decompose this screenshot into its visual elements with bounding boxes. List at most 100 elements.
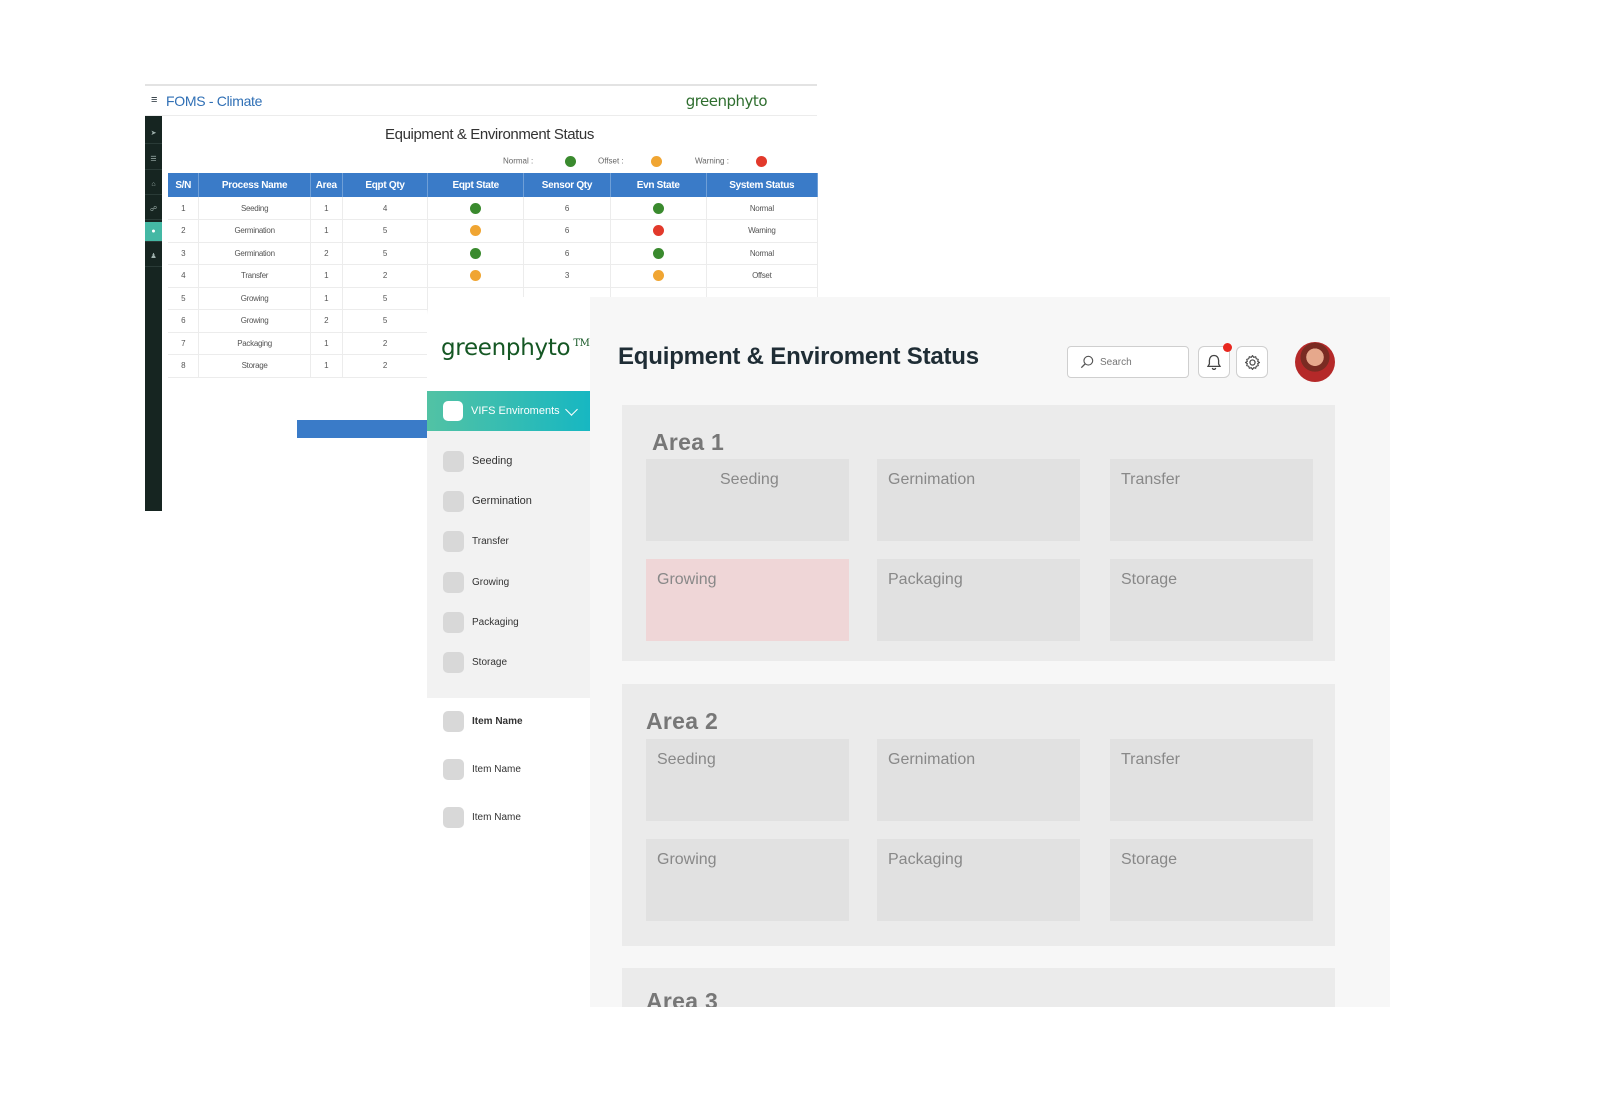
table-cell: 7 bbox=[168, 332, 200, 355]
sidebar-item-seeding[interactable]: Seeding bbox=[443, 450, 512, 472]
sidebar-item-growing[interactable]: Growing bbox=[443, 571, 509, 593]
sidebar-item-packaging[interactable]: Packaging bbox=[443, 611, 519, 633]
sidebar-item-label: Packaging bbox=[472, 616, 519, 628]
table-row[interactable]: 2 Germination 1 5 6 Warning bbox=[168, 219, 819, 243]
item-checkbox[interactable] bbox=[443, 806, 464, 828]
table-cell: Growing bbox=[198, 287, 311, 310]
table-cell: 4 bbox=[168, 264, 200, 288]
sidebar-item-storage[interactable]: Storage bbox=[443, 651, 507, 673]
table-cell: 1 bbox=[310, 332, 343, 355]
area-1-card: Area 1 Seeding Gernimation Transfer Grow… bbox=[622, 405, 1335, 661]
tile-area1-transfer[interactable]: Transfer bbox=[1110, 459, 1313, 541]
table-cell: 3 bbox=[523, 264, 611, 288]
table-cell: Germination bbox=[198, 219, 311, 243]
tile-area1-seeding[interactable]: Seeding bbox=[646, 459, 849, 541]
bell-icon bbox=[1206, 354, 1222, 370]
tile-area2-seeding[interactable]: Seeding bbox=[646, 739, 849, 821]
legacy-sidebar: ➤ ☰ ⌂ ☍ ● ♟ bbox=[145, 116, 162, 511]
legend-swatch-warning bbox=[756, 156, 768, 167]
tile-area1-storage[interactable]: Storage bbox=[1110, 559, 1313, 641]
tile-area2-growing[interactable]: Growing bbox=[646, 839, 849, 921]
item-checkbox[interactable] bbox=[443, 571, 464, 593]
table-row[interactable]: 4 Transfer 1 2 3 Offset bbox=[168, 264, 819, 288]
legend-label: Normal : bbox=[503, 156, 534, 166]
sidebar-item-name-2[interactable]: Item Name bbox=[443, 758, 521, 780]
sidebar-item-name-3[interactable]: Item Name bbox=[443, 806, 521, 828]
item-checkbox[interactable] bbox=[443, 490, 464, 512]
sidebar-item-transfer[interactable]: Transfer bbox=[443, 530, 509, 552]
legacy-topbar: ≡ FOMS - Climate greenphyto bbox=[145, 86, 817, 116]
tile-area2-packaging[interactable]: Packaging bbox=[877, 839, 1080, 921]
table-cell: 2 bbox=[310, 242, 343, 265]
tile-area1-growing[interactable]: Growing bbox=[646, 559, 849, 641]
column-header-eqpt-state-col[interactable]: Eqpt State bbox=[427, 173, 525, 197]
climate-icon[interactable]: ● bbox=[145, 222, 162, 242]
tile-area2-transfer[interactable]: Transfer bbox=[1110, 739, 1313, 821]
chevron-down-icon[interactable] bbox=[565, 403, 578, 416]
notification-badge bbox=[1223, 343, 1232, 352]
tile-label: Gernimation bbox=[888, 751, 976, 768]
table-cell: Seeding bbox=[198, 197, 311, 220]
item-checkbox[interactable] bbox=[443, 710, 464, 732]
tile-label: Seeding bbox=[657, 751, 716, 768]
tile-label: Packaging bbox=[888, 851, 963, 868]
table-cell: 8 bbox=[168, 354, 200, 378]
sidebar-item-label: Item Name bbox=[472, 763, 521, 775]
home-icon[interactable]: ⌂ bbox=[145, 175, 162, 195]
column-header-status-col[interactable]: System Status bbox=[706, 173, 819, 197]
gear-icon bbox=[1244, 354, 1260, 370]
search-box[interactable] bbox=[1067, 346, 1189, 378]
column-header-eqpt-qty-col[interactable]: Eqpt Qty bbox=[342, 173, 429, 197]
sidebar-item-germination[interactable]: Germination bbox=[443, 490, 532, 512]
table-cell: Germination bbox=[198, 242, 311, 265]
vifs-environments-dropdown[interactable]: VIFS Enviroments bbox=[427, 391, 590, 431]
notifications-button[interactable] bbox=[1198, 343, 1232, 378]
table-cell: 4 bbox=[342, 197, 429, 220]
sidebar-item-label: Seeding bbox=[472, 455, 513, 467]
column-header-sensor-qty-col[interactable]: Sensor Qty bbox=[523, 173, 611, 197]
settings-button[interactable] bbox=[1236, 346, 1268, 378]
evn-state-cell bbox=[610, 264, 707, 288]
sidebar-item-name-1[interactable]: Item Name bbox=[443, 710, 523, 732]
table-cell: 3 bbox=[168, 242, 200, 265]
area-title: Area 3 bbox=[646, 988, 719, 1007]
status-dot bbox=[652, 202, 664, 214]
search-input[interactable] bbox=[1100, 356, 1180, 368]
status-dot bbox=[470, 270, 482, 282]
tile-label: Seeding bbox=[720, 471, 779, 488]
vifs-environments-checkbox[interactable] bbox=[443, 401, 463, 421]
tile-label: Transfer bbox=[1121, 751, 1180, 768]
user-icon[interactable]: ♟ bbox=[145, 247, 162, 267]
item-checkbox[interactable] bbox=[443, 530, 464, 552]
tile-area2-storage[interactable]: Storage bbox=[1110, 839, 1313, 921]
item-checkbox[interactable] bbox=[443, 450, 464, 472]
table-cell: 1 bbox=[168, 197, 200, 220]
list-icon[interactable]: ☰ bbox=[145, 150, 162, 170]
table-cell: 2 bbox=[342, 264, 429, 288]
column-header-evn-state-col[interactable]: Evn State bbox=[610, 173, 707, 197]
table-cell: 1 bbox=[310, 219, 343, 243]
table-row[interactable]: 3 Germination 2 5 6 Normal bbox=[168, 242, 819, 265]
tile-area1-packaging[interactable]: Packaging bbox=[877, 559, 1080, 641]
column-header-area-col[interactable]: Area bbox=[310, 173, 343, 197]
search-icon bbox=[1080, 355, 1094, 369]
column-header-sn-col[interactable]: S/N bbox=[168, 173, 200, 197]
pin-icon[interactable]: ➤ bbox=[145, 124, 162, 144]
table-cell: 2 bbox=[342, 354, 429, 378]
tile-area2-germination[interactable]: Gernimation bbox=[877, 739, 1080, 821]
legacy-action-bar[interactable] bbox=[297, 420, 427, 438]
table-row[interactable]: 1 Seeding 1 4 6 Normal bbox=[168, 197, 819, 220]
brand-logo: greenphyto TM bbox=[441, 335, 590, 361]
item-checkbox[interactable] bbox=[443, 651, 464, 673]
item-checkbox[interactable] bbox=[443, 611, 464, 633]
column-header-process-col[interactable]: Process Name bbox=[198, 173, 311, 197]
share-icon[interactable]: ☍ bbox=[145, 200, 162, 220]
item-checkbox[interactable] bbox=[443, 758, 464, 780]
user-avatar[interactable] bbox=[1295, 342, 1335, 382]
tile-area1-germination[interactable]: Gernimation bbox=[877, 459, 1080, 541]
table-cell: 6 bbox=[523, 219, 611, 243]
trademark-mark: TM bbox=[573, 338, 590, 350]
hamburger-menu-icon[interactable]: ≡ bbox=[151, 94, 157, 106]
table-cell: 6 bbox=[523, 197, 611, 220]
table-cell: 2 bbox=[310, 309, 343, 333]
